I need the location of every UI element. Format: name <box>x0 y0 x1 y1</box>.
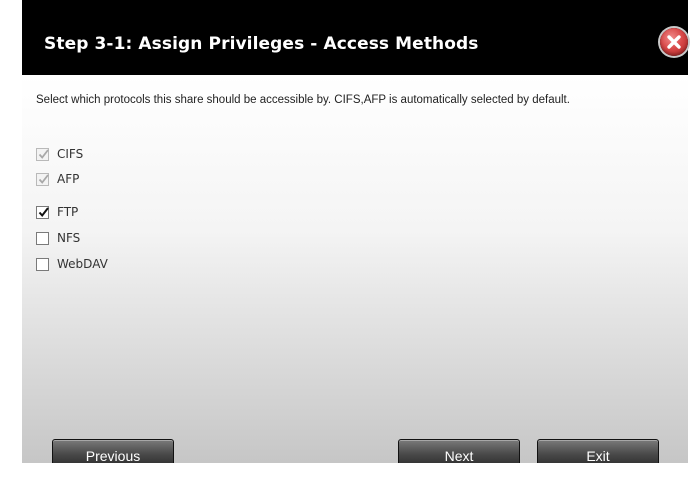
checkbox-afp <box>36 172 49 186</box>
option-label-nfs: NFS <box>57 231 81 245</box>
dialog: Step 3-1: Assign Privileges - Access Met… <box>22 0 688 472</box>
close-icon <box>667 35 681 49</box>
option-webdav[interactable]: WebDAV <box>36 254 108 274</box>
option-cifs: CIFS <box>36 144 83 164</box>
option-afp: AFP <box>36 169 79 189</box>
option-label-afp: AFP <box>57 172 80 186</box>
checkmark-icon <box>38 173 49 184</box>
instruction-text: Select which protocols this share should… <box>36 94 570 106</box>
page-background <box>0 463 692 485</box>
dialog-title: Step 3-1: Assign Privileges - Access Met… <box>44 34 479 54</box>
checkbox-cifs <box>36 147 49 161</box>
close-button[interactable] <box>660 28 688 56</box>
checkbox-webdav[interactable] <box>36 257 49 271</box>
dialog-content: Select which protocols this share should… <box>22 75 688 472</box>
option-label-cifs: CIFS <box>57 147 84 161</box>
option-nfs[interactable]: NFS <box>36 228 80 248</box>
option-label-webdav: WebDAV <box>57 257 108 271</box>
checkbox-nfs[interactable] <box>36 231 49 245</box>
option-label-ftp: FTP <box>57 205 79 219</box>
checkbox-ftp[interactable] <box>36 205 49 219</box>
option-ftp[interactable]: FTP <box>36 202 78 222</box>
checkmark-icon <box>38 206 49 217</box>
checkmark-icon <box>38 148 49 159</box>
dialog-titlebar: Step 3-1: Assign Privileges - Access Met… <box>22 0 688 75</box>
